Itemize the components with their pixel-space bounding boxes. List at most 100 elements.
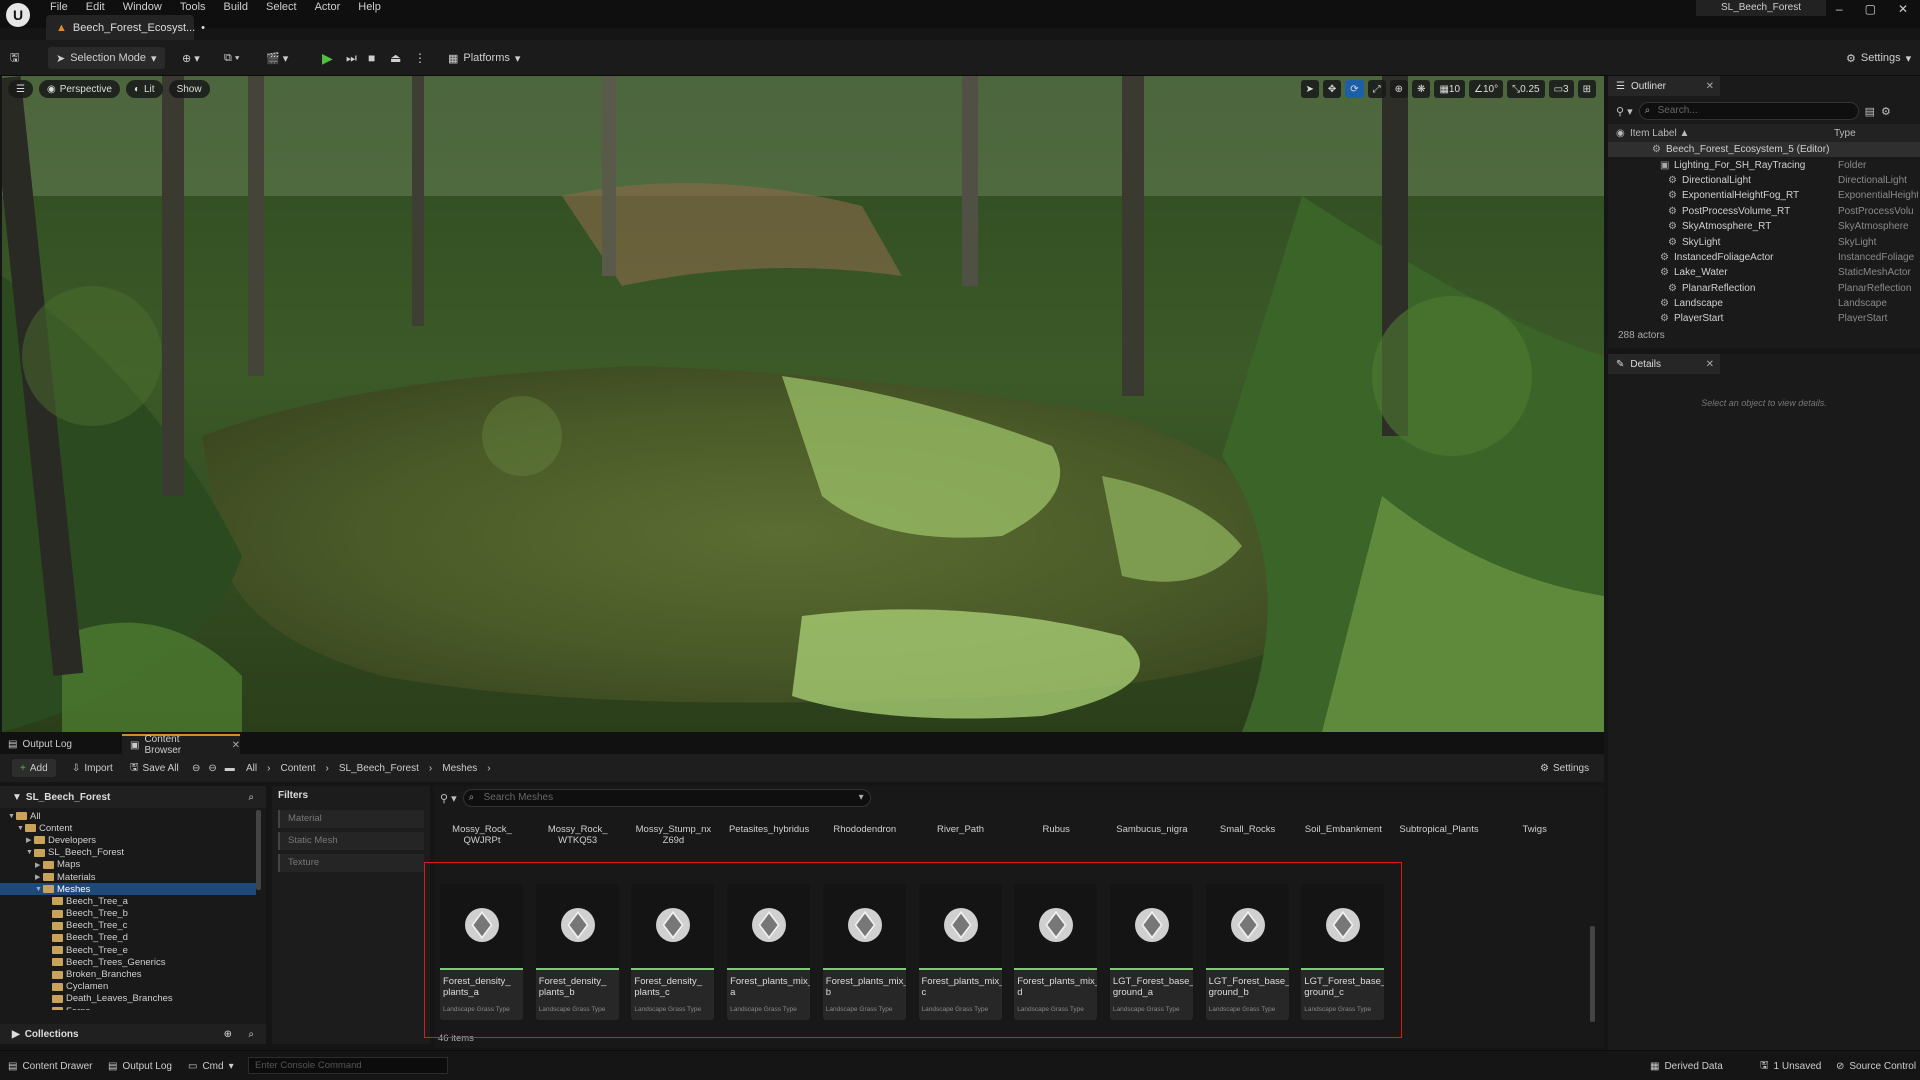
maximize-icon[interactable]: ▢	[1865, 2, 1876, 16]
outliner-row[interactable]: ▣ Lighting_For_SH_RayTracing Folder	[1608, 157, 1920, 172]
expand-arrow-icon[interactable]: ▼	[12, 792, 22, 803]
visibility-eye-icon[interactable]: ◉	[1616, 128, 1625, 139]
search-icon[interactable]: ⌕	[248, 792, 254, 803]
tree-folder-item[interactable]: Ferns	[0, 1005, 256, 1010]
tree-scrollbar[interactable]	[256, 810, 261, 890]
scale-tool-icon[interactable]: ⤢	[1367, 80, 1386, 98]
tree-folder-item[interactable]: Cyclamen	[0, 981, 256, 993]
folder-label[interactable]: Mossy_Stump_nx Z69d	[625, 824, 721, 846]
content-drawer-button[interactable]: ▤ Content Drawer	[8, 1058, 92, 1074]
platforms-dropdown[interactable]: ▦ Platforms ▾	[448, 47, 520, 69]
outliner-row[interactable]: ⚙ Lake_Water StaticMeshActor	[1608, 265, 1920, 280]
outliner-row[interactable]: ⚙ InstancedFoliageActor InstancedFoliage	[1608, 250, 1920, 265]
menu-help[interactable]: Help	[358, 1, 381, 13]
menu-tools[interactable]: Tools	[180, 1, 206, 13]
expand-arrow-icon[interactable]: ▼	[8, 813, 16, 820]
tree-folder-item[interactable]: Broken_Branches	[0, 968, 256, 980]
menu-window[interactable]: Window	[123, 1, 162, 13]
folder-label[interactable]: Petasites_hybridus	[721, 824, 817, 835]
add-folder-icon[interactable]: ▤	[1865, 105, 1875, 118]
maximize-viewport-icon[interactable]: ⊞	[1577, 80, 1596, 98]
cinematics-icon[interactable]: 🎬 ▾	[266, 47, 288, 69]
tree-folder-item[interactable]: ▼ Meshes	[0, 883, 256, 896]
tree-folder-item[interactable]: Beech_Trees_Generics	[0, 956, 256, 968]
lit-button[interactable]: ◐ Lit	[125, 80, 163, 98]
tree-folder-item[interactable]: ▼ All	[0, 810, 256, 822]
minimize-icon[interactable]: –	[1836, 2, 1843, 16]
folder-label[interactable]: River_Path	[913, 824, 1009, 835]
derived-data-button[interactable]: ▦ Derived Data	[1650, 1058, 1723, 1074]
close-icon[interactable]: ✕	[1898, 2, 1908, 16]
tree-folder-item[interactable]: ▶ Developers	[0, 834, 256, 846]
filter-material[interactable]: Material	[278, 810, 424, 828]
back-icon[interactable]: ⊖	[192, 763, 200, 774]
more-options-icon[interactable]: ⋮	[414, 47, 426, 69]
chevron-down-icon[interactable]: ▾	[859, 790, 864, 806]
translate-tool-icon[interactable]: ✥	[1322, 80, 1342, 98]
source-control-button[interactable]: ⊘ Source Control	[1836, 1058, 1916, 1074]
folder-label[interactable]: Rubus	[1008, 824, 1104, 835]
tree-folder-item[interactable]: Beech_Tree_d	[0, 932, 256, 944]
breadcrumb-sl-beech-forest[interactable]: SL_Beech_Forest	[339, 763, 419, 774]
folder-label[interactable]: Small_Rocks	[1200, 824, 1296, 835]
grid-snap-button[interactable]: ▦ 10	[1434, 80, 1466, 98]
details-tab[interactable]: ✎ Details ✕	[1608, 354, 1720, 374]
save-icon[interactable]: 🖫	[10, 47, 19, 69]
level-viewport[interactable]: ☰ ◉ Perspective ◐ Lit Show ➤ ✥ ⟳ ⤢ ⊕ ❋ ▦ 1…	[2, 76, 1604, 732]
output-log-tab[interactable]: ▤ Output Log	[0, 734, 120, 754]
breadcrumb-all[interactable]: All	[246, 763, 257, 774]
tree-folder-item[interactable]: ▼ Content	[0, 822, 256, 834]
content-settings-button[interactable]: ⚙ Settings	[1540, 759, 1589, 777]
collections-header[interactable]: ▶ Collections ⊕ ⌕	[0, 1024, 266, 1044]
unsaved-button[interactable]: 🖫 1 Unsaved	[1760, 1058, 1821, 1074]
tree-folder-item[interactable]: Beech_Tree_a	[0, 895, 256, 907]
scale-snap-button[interactable]: ⤡ 0.25	[1507, 80, 1545, 98]
gear-icon[interactable]: ⚙	[1881, 105, 1891, 118]
filter-icon[interactable]: ⚲ ▾	[440, 792, 457, 805]
col-type[interactable]: Type	[1834, 128, 1856, 139]
breadcrumb-content[interactable]: Content	[280, 763, 315, 774]
camera-speed-button[interactable]: ▭ 3	[1548, 80, 1574, 98]
folder-label[interactable]: Rhododendron	[817, 824, 913, 835]
folder-label[interactable]: Sambucus_nigra	[1104, 824, 1200, 835]
expand-arrow-icon[interactable]: ▼	[35, 886, 43, 893]
outliner-row[interactable]: ⚙ PlayerStart PlayerStart	[1608, 311, 1920, 322]
selection-mode-dropdown[interactable]: ➤ Selection Mode ▾	[48, 47, 165, 69]
tree-folder-item[interactable]: ▼ SL_Beech_Forest	[0, 847, 256, 859]
stop-icon[interactable]: ■	[368, 47, 375, 69]
outliner-row[interactable]: ⚙ PlanarReflection PlanarReflection	[1608, 281, 1920, 296]
close-tab-icon[interactable]: ✕	[1706, 359, 1714, 370]
folder-label[interactable]: Twigs	[1487, 824, 1583, 835]
menu-select[interactable]: Select	[266, 1, 297, 13]
outliner-row[interactable]: ⚙ SkyAtmosphere_RT SkyAtmosphere	[1608, 219, 1920, 234]
perspective-button[interactable]: ◉ Perspective	[38, 80, 120, 98]
asset-search-input[interactable]: ⌕ Search Meshes ▾	[462, 789, 871, 807]
eject-icon[interactable]: ⏏	[390, 47, 401, 69]
folder-icon[interactable]: ▬	[225, 763, 235, 774]
tree-folder-item[interactable]: ▶ Materials	[0, 871, 256, 883]
content-browser-tab[interactable]: ▣ Content Browser ✕	[122, 734, 240, 756]
forward-icon[interactable]: ⊖	[208, 763, 216, 774]
breadcrumb-meshes[interactable]: Meshes	[442, 763, 477, 774]
add-button[interactable]: + Add	[12, 759, 56, 777]
step-icon[interactable]: ⏭	[346, 47, 357, 69]
expand-arrow-icon[interactable]: ▶	[35, 861, 43, 869]
expand-arrow-icon[interactable]: ▶	[26, 836, 34, 844]
play-icon[interactable]: ▶	[322, 47, 333, 69]
add-collection-icon[interactable]: ⊕	[224, 1029, 232, 1040]
menu-edit[interactable]: Edit	[86, 1, 105, 13]
menu-file[interactable]: File	[50, 1, 68, 13]
folder-label[interactable]: Subtropical_Plants	[1391, 824, 1487, 835]
asset-scrollbar[interactable]	[1590, 926, 1595, 1022]
rotate-tool-icon[interactable]: ⟳	[1345, 80, 1364, 98]
import-button[interactable]: ⇩ Import	[72, 759, 113, 777]
filter-static-mesh[interactable]: Static Mesh	[278, 832, 424, 850]
outliner-row[interactable]: ⚙ DirectionalLight DirectionalLight	[1608, 173, 1920, 188]
outliner-row[interactable]: ⚙ Beech_Forest_Ecosystem_5 (Editor)	[1608, 142, 1920, 158]
unreal-logo-icon[interactable]: U	[6, 3, 30, 27]
blueprint-icon[interactable]: ⧉ ▾	[224, 47, 240, 69]
tree-folder-item[interactable]: Beech_Tree_b	[0, 908, 256, 920]
outliner-row[interactable]: ⚙ Landscape Landscape	[1608, 296, 1920, 311]
tree-folder-item[interactable]: Beech_Tree_c	[0, 920, 256, 932]
folder-label[interactable]: Soil_Embankment	[1295, 824, 1391, 835]
